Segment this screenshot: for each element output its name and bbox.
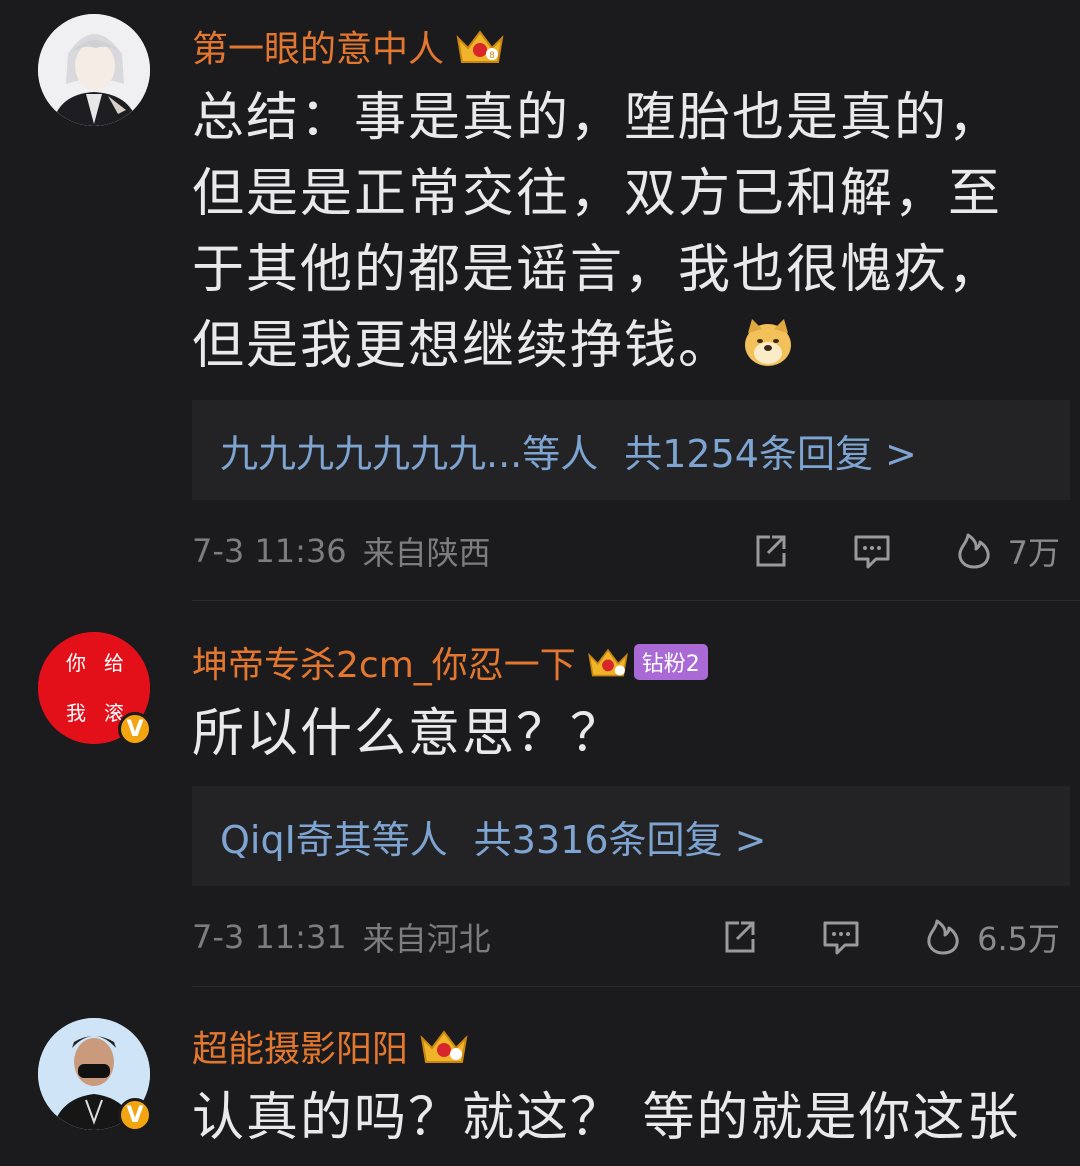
crown-badge-icon	[587, 648, 628, 677]
comment-line: 总结：事是真的，堕胎也是真的，	[192, 88, 1003, 148]
reply-preview[interactable]: QiqI奇其等人 共3316条回复 >	[192, 786, 1070, 886]
reply-count-link[interactable]: 共3316条回复 >	[474, 809, 767, 864]
avatar[interactable]: 你 给 我 滚 V	[38, 632, 152, 746]
verified-badge-icon: V	[118, 1098, 152, 1132]
location: 来自陕西	[362, 534, 491, 572]
location: 来自河北	[362, 920, 491, 958]
comment-line: 认真的吗？就这？ 等的就是你这张	[192, 1088, 1021, 1148]
comment-line: 但是我更想继续挣钱。	[192, 316, 733, 376]
comment-meta: 7-3 11:31 来自河北 6.5万	[192, 912, 1070, 962]
like-flame-icon[interactable]	[954, 531, 994, 571]
like-count: 7万	[1007, 534, 1060, 572]
comment-meta: 7-3 11:36 来自陕西 7万	[192, 526, 1070, 576]
comment-text: 所以什么意思？？	[192, 696, 1072, 772]
avatar[interactable]	[38, 14, 150, 126]
comment-actions: 6.5万	[719, 912, 1060, 962]
username-text[interactable]: 坤帝专杀2cm_你忍一下	[192, 636, 576, 688]
share-icon[interactable]	[750, 531, 790, 571]
avatar-char: 给	[104, 651, 124, 675]
share-icon[interactable]	[719, 917, 759, 957]
doge-emoji-icon	[745, 319, 792, 366]
comment-line: 但是是正常交往，双方已和解，至	[192, 164, 1003, 224]
divider	[192, 986, 1080, 987]
like-flame-icon[interactable]	[923, 917, 963, 957]
reply-names[interactable]: QiqI奇其等人	[220, 809, 448, 864]
username-text[interactable]: 第一眼的意中人	[192, 20, 444, 72]
comment-actions: 7万	[750, 526, 1060, 576]
comment-line: 于其他的都是谣言，我也很愧疚，	[192, 240, 1003, 300]
verified-badge-icon: V	[118, 712, 152, 746]
comment-text: 认真的吗？就这？ 等的就是你这张	[192, 1080, 1072, 1156]
like-count: 6.5万	[977, 920, 1060, 958]
comment-icon[interactable]	[852, 531, 892, 571]
comment-line: 所以什么意思？？	[192, 704, 625, 764]
comment-text: 总结：事是真的，堕胎也是真的， 但是是正常交往，双方已和解，至 于其他的都是谣言…	[192, 80, 1072, 384]
reply-count-link[interactable]: 共1254条回复 >	[624, 423, 917, 478]
comment-icon[interactable]	[821, 917, 861, 957]
crown-badge-icon: 8	[456, 30, 504, 63]
username[interactable]: 第一眼的意中人 8	[192, 20, 506, 72]
username-text[interactable]: 超能摄影阳阳	[192, 1020, 408, 1072]
fan-badge: 钻粉2	[633, 644, 708, 680]
divider	[192, 600, 1080, 601]
avatar-char: 你	[66, 651, 86, 675]
avatar-char: 我	[66, 701, 86, 725]
reply-preview[interactable]: 九九九九九九九...等人 共1254条回复 >	[192, 400, 1070, 500]
username[interactable]: 超能摄影阳阳	[192, 1020, 470, 1072]
timestamp: 7-3 11:31	[192, 918, 347, 956]
svg-text:8: 8	[489, 51, 495, 61]
avatar[interactable]: V	[38, 1018, 152, 1132]
crown-badge-icon	[420, 1030, 468, 1063]
timestamp: 7-3 11:36	[192, 532, 347, 570]
username[interactable]: 坤帝专杀2cm_你忍一下 钻粉2	[192, 636, 708, 688]
reply-names[interactable]: 九九九九九九九...等人	[220, 423, 598, 478]
